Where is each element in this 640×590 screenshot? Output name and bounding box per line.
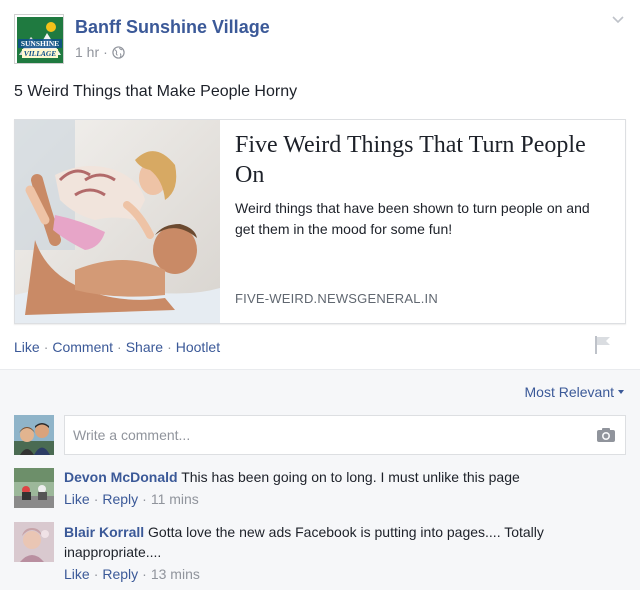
comment-body: Blair Korrall Gotta love the new ads Fac… [64,522,624,562]
post-message: 5 Weird Things that Make People Horny [14,83,298,100]
comment-button[interactable]: Comment [52,339,113,355]
post-meta: 1 hr · [75,44,125,60]
comment-actions: Like · Reply · 11 mins [64,491,199,507]
comment-timestamp[interactable]: 13 mins [151,566,200,582]
post-timestamp[interactable]: 1 hr [75,44,99,60]
action-separator: · [142,491,147,507]
comment-reply-button[interactable]: Reply [102,566,138,582]
action-separator: · [93,491,99,507]
post-card: SUNSHINE VILLAGE Banff Sunshine Village … [0,0,640,368]
share-button[interactable]: Share [126,339,163,355]
avatar-photo [14,468,54,508]
page-avatar[interactable]: SUNSHINE VILLAGE [14,14,64,64]
link-preview-image[interactable] [15,120,220,323]
link-preview-card[interactable]: Five Weird Things That Turn People On We… [14,119,626,324]
link-title[interactable]: Five Weird Things That Turn People On [235,130,595,190]
svg-text:SUNSHINE: SUNSHINE [21,39,59,48]
action-separator: · [43,339,49,355]
meta-separator: · [103,44,108,60]
post-actions: Like · Comment · Share · Hootlet [14,339,220,355]
comment-author-link[interactable]: Devon McDonald [64,469,178,485]
link-description: Weird things that have been shown to tur… [235,200,590,237]
comment-timestamp[interactable]: 11 mins [151,491,199,507]
sort-dropdown[interactable]: Most Relevant [525,384,624,400]
commenter-avatar[interactable] [14,522,54,562]
hootlet-button[interactable]: Hootlet [176,339,220,355]
camera-icon[interactable] [596,427,616,443]
comment-body: Devon McDonald This has been going on to… [64,467,624,487]
svg-text:VILLAGE: VILLAGE [24,49,57,58]
action-separator: · [167,339,172,355]
comment-like-button[interactable]: Like [64,566,90,582]
comment-author-link[interactable]: Blair Korrall [64,524,144,540]
action-separator: · [93,566,99,582]
like-button[interactable]: Like [14,339,40,355]
chevron-down-icon[interactable] [610,14,626,26]
commenter-avatar[interactable] [14,468,54,508]
comment-input[interactable]: Write a comment... [64,415,626,455]
couple-photo [15,120,220,323]
comment-actions: Like · Reply · 13 mins [64,566,200,582]
avatar-photo [14,522,54,562]
sunshine-village-logo: SUNSHINE VILLAGE [15,15,63,63]
current-user-avatar[interactable] [14,415,54,455]
comments-section: Most Relevant Write a comment... Devon M… [0,369,640,590]
caret-down-icon [618,390,624,394]
link-preview-body: Five Weird Things That Turn People On We… [235,120,611,323]
globe-icon[interactable] [112,45,125,59]
sort-label: Most Relevant [524,384,614,400]
link-domain: FIVE-WEIRD.NEWSGENERAL.IN [235,291,438,306]
comment-like-button[interactable]: Like [64,491,90,507]
comment-reply-button[interactable]: Reply [102,491,138,507]
avatar-photo [14,415,54,455]
comment-text: This has been going on to long. I must u… [181,469,520,485]
page-name-link[interactable]: Banff Sunshine Village [75,17,270,38]
flag-icon[interactable] [594,335,612,355]
action-separator: · [117,339,122,355]
action-separator: · [142,566,147,582]
